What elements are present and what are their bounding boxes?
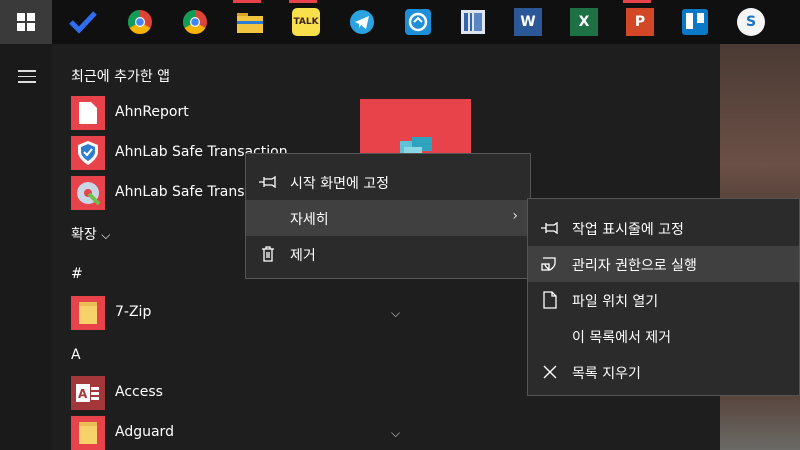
chrome-icon[interactable] [126,8,154,36]
app-circle-icon[interactable] [404,8,432,36]
pin-to-start-menu-item[interactable]: 시작 화면에 고정 [246,164,530,200]
remove-from-list-menu-item[interactable]: 이 목록에서 제거 [528,318,799,354]
context-menu: 시작 화면에 고정 자세히 › 제거 [245,153,531,279]
expand-button[interactable]: 확장 ⌵ [71,224,110,244]
app-item-adguard[interactable]: Adguard ⌵ [71,416,400,450]
menu-item-label: 자세히 [290,212,329,228]
powerpoint-icon[interactable]: P [626,8,654,36]
hamburger-menu-icon[interactable] [18,70,36,87]
word-icon[interactable]: W [514,8,542,36]
letter-header-a[interactable]: A [71,347,81,363]
uninstall-menu-item[interactable]: 제거 [246,236,530,272]
expand-label: 확장 [71,227,97,243]
chevron-right-icon: › [512,208,518,224]
app-label: AhnReport [115,104,189,120]
app-label: Access [115,384,163,400]
running-indicator [233,0,261,3]
windows-icon [17,13,35,31]
chrome-profile-icon[interactable] [181,8,209,36]
svg-text:A: A [78,387,88,401]
app-label: Adguard [115,424,174,440]
start-nav-column [0,44,52,450]
more-menu-item[interactable]: 자세히 › [246,200,530,236]
app-item-7zip[interactable]: 7-Zip ⌵ [71,296,400,330]
app-label: 7-Zip [115,304,152,320]
folder-icon [71,416,105,450]
excel-icon[interactable]: X [570,8,598,36]
ahnlab-disc-icon [71,176,105,210]
pin-icon [258,173,278,191]
pin-icon [540,219,560,237]
start-button[interactable] [0,0,52,44]
app-tile-large[interactable] [360,99,471,159]
run-as-admin-menu-item[interactable]: 관리자 권한으로 실행 [528,246,799,282]
simplenote-icon[interactable]: S [737,8,765,36]
menu-item-label: 관리자 권한으로 실행 [572,258,697,274]
telegram-icon[interactable] [348,8,376,36]
access-icon: A [71,376,105,410]
menu-item-label: 작업 표시줄에 고정 [572,222,684,238]
app-book-icon[interactable] [459,8,487,36]
running-indicator [623,0,651,3]
taskbar: TALK W X P S [0,0,800,44]
ahnreport-icon [71,96,105,130]
app-item-ahnreport[interactable]: AhnReport [71,96,341,130]
shield-icon [540,255,560,273]
clear-list-menu-item[interactable]: 목록 지우기 [528,354,799,390]
sub-menu: 작업 표시줄에 고정 관리자 권한으로 실행 파일 위치 열기 이 목록에서 제… [527,198,800,396]
file-explorer-icon[interactable] [236,8,264,36]
kakaotalk-icon[interactable]: TALK [292,8,320,36]
menu-item-label: 이 목록에서 제거 [572,330,672,346]
running-indicator [289,0,317,3]
menu-item-label: 제거 [290,248,316,264]
file-icon [540,291,560,309]
menu-item-label: 목록 지우기 [572,366,641,382]
menu-item-label: 시작 화면에 고정 [290,176,390,192]
pin-to-taskbar-menu-item[interactable]: 작업 표시줄에 고정 [528,210,799,246]
close-icon [540,363,560,381]
todo-icon[interactable] [69,8,97,36]
trello-icon[interactable] [681,8,709,36]
trash-icon [258,245,278,263]
chevron-down-icon: ⌵ [101,228,111,242]
letter-header-hash[interactable]: # [71,266,83,282]
ahnlab-shield-icon [71,136,105,170]
folder-icon [71,296,105,330]
chevron-down-icon[interactable]: ⌵ [391,306,400,321]
chevron-down-icon[interactable]: ⌵ [391,426,400,441]
app-item-access[interactable]: A Access [71,376,341,410]
open-file-location-menu-item[interactable]: 파일 위치 열기 [528,282,799,318]
menu-item-label: 파일 위치 열기 [572,294,659,310]
recently-added-title: 최근에 추가한 앱 [71,69,171,85]
